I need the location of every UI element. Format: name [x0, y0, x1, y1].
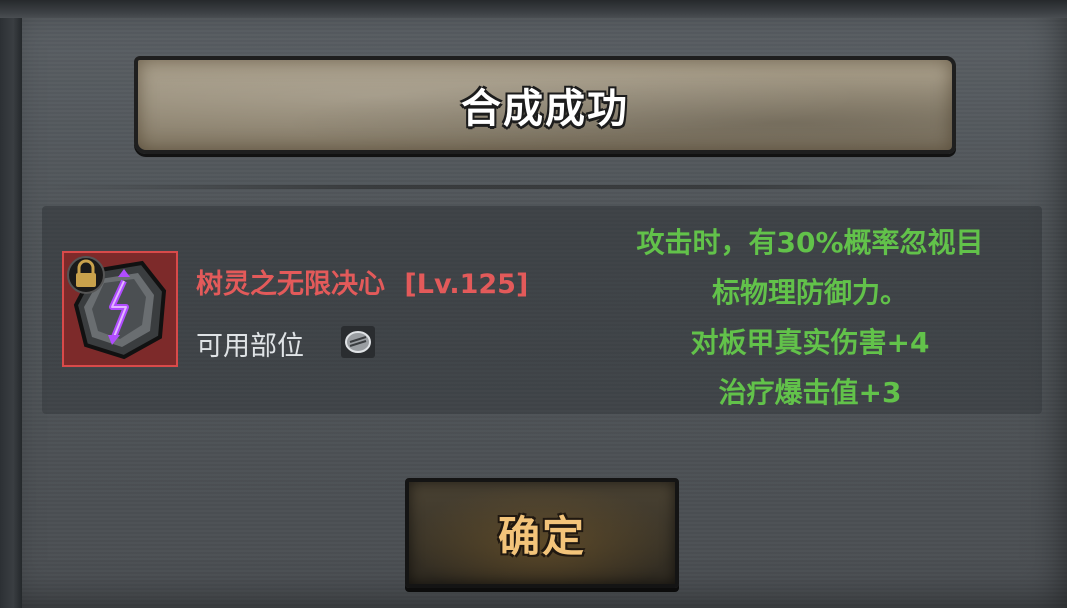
dialog-frame-left	[0, 0, 22, 608]
divider	[40, 185, 1040, 189]
effect-line: 标物理防御力。	[711, 276, 908, 309]
title-banner: 合成成功	[134, 56, 956, 154]
item-name-text: 树灵之无限决心	[196, 269, 385, 300]
effect-line: 对板甲真实伤害+4	[690, 326, 930, 359]
slot-label: 可用部位	[196, 331, 304, 362]
synthesis-result-dialog: 合成成功 树灵之无限决心 [Lv.125] 可用部位 攻击时，有30%概率忽视目…	[0, 0, 1067, 608]
ring-slot-icon	[340, 325, 376, 359]
dialog-title: 合成成功	[461, 86, 629, 132]
confirm-button[interactable]: 确定	[405, 478, 679, 588]
dialog-frame-top	[0, 0, 1067, 18]
effect-line: 攻击时，有30%概率忽视目	[636, 226, 984, 259]
item-level-tag: [Lv.125]	[404, 269, 529, 300]
item-name: 树灵之无限决心 [Lv.125]	[196, 262, 528, 301]
lock-icon	[66, 255, 106, 295]
item-effects: 攻击时，有30%概率忽视目 标物理防御力。 对板甲真实伤害+4 治疗爆击值+3	[560, 218, 1060, 418]
effect-line: 治疗爆击值+3	[718, 376, 902, 409]
confirm-button-label: 确定	[497, 511, 586, 561]
